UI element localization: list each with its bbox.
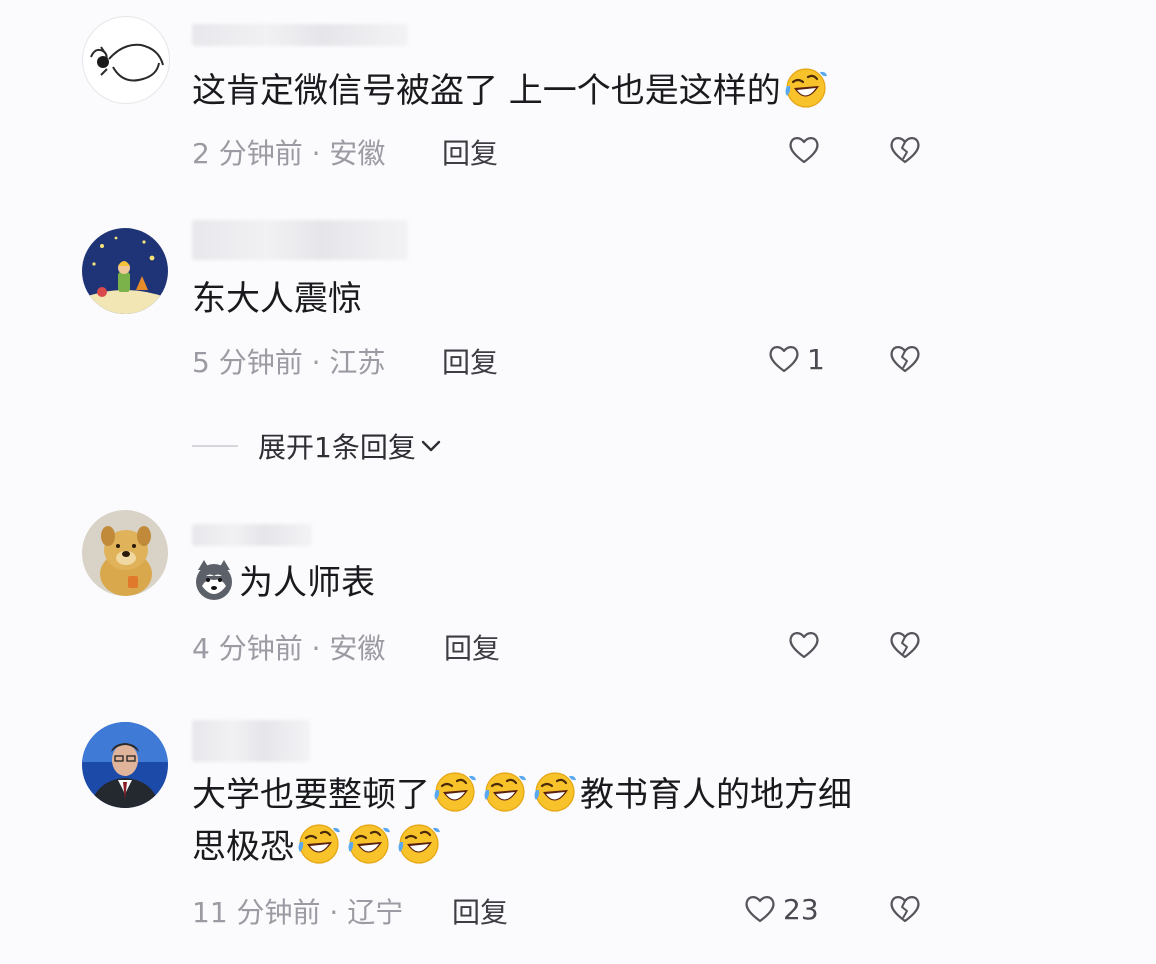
like-count: 23	[783, 892, 819, 926]
username-blurred[interactable]	[192, 24, 408, 46]
chevron-down-icon	[421, 440, 441, 452]
reply-button[interactable]: 回复	[452, 891, 508, 931]
heart-outline-icon	[767, 342, 801, 376]
avatar[interactable]	[82, 228, 168, 314]
username-blurred[interactable]	[192, 720, 310, 762]
heart-outline-icon	[743, 892, 777, 926]
like-button[interactable]	[787, 132, 821, 168]
avatar[interactable]	[82, 16, 170, 104]
comment-text: 大学也要整顿了 教书育人的地方细	[192, 768, 852, 822]
reply-button[interactable]: 回复	[444, 627, 500, 667]
husky-dog-emoji-icon	[196, 560, 232, 600]
laughing-emoji-icon	[433, 770, 477, 814]
laughing-emoji-icon	[483, 770, 527, 814]
reply-button[interactable]: 回复	[442, 341, 498, 381]
expand-replies-button[interactable]: 展开1条回复	[192, 426, 444, 466]
laughing-emoji-icon	[533, 770, 577, 814]
like-button[interactable]: 23	[743, 891, 819, 927]
comment-text: 东大人震惊	[192, 279, 362, 319]
comment-text: 为人师表	[192, 556, 375, 610]
laughing-emoji-icon	[784, 66, 828, 110]
broken-heart-icon[interactable]	[888, 628, 922, 662]
comment-time-location: 2 分钟前 · 安徽	[192, 137, 386, 170]
laughing-emoji-icon	[397, 822, 441, 866]
avatar[interactable]	[82, 722, 168, 808]
username-blurred[interactable]	[192, 524, 312, 546]
broken-heart-icon[interactable]	[888, 342, 922, 376]
broken-heart-icon[interactable]	[888, 892, 922, 926]
heart-outline-icon	[787, 133, 821, 167]
like-button[interactable]: 1	[767, 341, 825, 377]
comment-text-line2: 思极恐	[192, 820, 444, 874]
comment-text: 这肯定微信号被盗了 上一个也是这样的	[192, 64, 831, 118]
avatar[interactable]	[82, 510, 168, 596]
like-button[interactable]	[787, 627, 821, 663]
username-blurred[interactable]	[192, 220, 408, 260]
laughing-emoji-icon	[297, 822, 341, 866]
like-count: 1	[807, 342, 825, 376]
comment-time-location: 4 分钟前 · 安徽	[192, 632, 386, 665]
comment-time-location: 5 分钟前 · 江苏	[192, 346, 386, 379]
divider	[192, 445, 238, 447]
expand-replies-label: 展开1条回复	[258, 431, 416, 464]
laughing-emoji-icon	[347, 822, 391, 866]
comment-time-location: 11 分钟前 · 辽宁	[192, 896, 404, 929]
heart-outline-icon	[787, 628, 821, 662]
broken-heart-icon[interactable]	[888, 133, 922, 167]
reply-button[interactable]: 回复	[442, 132, 498, 172]
